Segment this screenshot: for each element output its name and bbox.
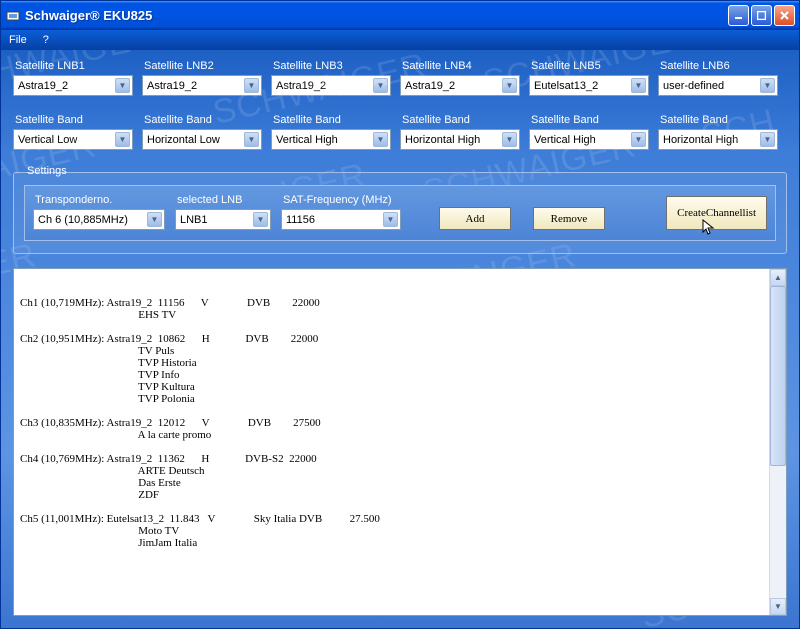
band5-label: Satellite Band [529,114,649,126]
close-button[interactable] [774,5,795,26]
chevron-down-icon: ▼ [147,212,162,227]
window-controls [728,5,795,26]
chevron-down-icon: ▼ [253,212,268,227]
chevron-down-icon: ▼ [631,78,646,93]
scroll-up-button[interactable]: ▲ [770,269,786,286]
lnb1-combo[interactable]: Astra19_2▼ [13,75,133,96]
scroll-track[interactable] [770,286,786,598]
lnb6-label: Satellite LNB6 [658,60,778,72]
add-button[interactable]: Add [439,207,511,230]
sat-freq-combo[interactable]: 11156▼ [281,209,401,230]
menubar: File ? [1,30,799,50]
scrollbar[interactable]: ▲ ▼ [769,269,786,615]
band4-combo[interactable]: Horizontal High▼ [400,129,520,150]
transponder-label: Transponderno. [33,194,165,206]
transponder-combo[interactable]: Ch 6 (10,885MHz)▼ [33,209,165,230]
band6-label: Satellite Band [658,114,778,126]
chevron-down-icon: ▼ [631,132,646,147]
lnb2-combo[interactable]: Astra19_2▼ [142,75,262,96]
window-title: Schwaiger® EKU825 [25,8,728,23]
chevron-down-icon: ▼ [373,78,388,93]
selected-lnb-combo[interactable]: LNB1▼ [175,209,271,230]
chevron-down-icon: ▼ [373,132,388,147]
lnb4-label: Satellite LNB4 [400,60,520,72]
band6-combo[interactable]: Horizontal High▼ [658,129,778,150]
chevron-down-icon: ▼ [383,212,398,227]
band2-combo[interactable]: Horizontal Low▼ [142,129,262,150]
lnb5-label: Satellite LNB5 [529,60,649,72]
chevron-down-icon: ▼ [115,78,130,93]
cursor-icon [701,219,717,235]
band-row: Satellite Band Vertical Low▼ Satellite B… [13,114,787,150]
chevron-down-icon: ▼ [760,132,775,147]
scroll-thumb[interactable] [770,286,786,466]
lnb3-combo[interactable]: Astra19_2▼ [271,75,391,96]
settings-group: Settings Transponderno. Ch 6 (10,885MHz)… [13,172,787,254]
titlebar: Schwaiger® EKU825 [1,1,799,30]
band4-label: Satellite Band [400,114,520,126]
chevron-down-icon: ▼ [115,132,130,147]
band1-combo[interactable]: Vertical Low▼ [13,129,133,150]
band3-combo[interactable]: Vertical High▼ [271,129,391,150]
lnb3-label: Satellite LNB3 [271,60,391,72]
chevron-down-icon: ▼ [502,132,517,147]
chevron-down-icon: ▼ [244,132,259,147]
menu-file[interactable]: File [9,34,27,46]
lnb5-combo[interactable]: Eutelsat13_2▼ [529,75,649,96]
selected-lnb-label: selected LNB [175,194,271,206]
band5-combo[interactable]: Vertical High▼ [529,129,649,150]
create-channel-list-button[interactable]: Create Channel list [666,196,767,230]
lnb2-label: Satellite LNB2 [142,60,262,72]
lnb4-combo[interactable]: Astra19_2▼ [400,75,520,96]
sat-freq-label: SAT-Frequency (MHz) [281,194,401,206]
minimize-button[interactable] [728,5,749,26]
band2-label: Satellite Band [142,114,262,126]
remove-button[interactable]: Remove [533,207,605,230]
scroll-down-button[interactable]: ▼ [770,598,786,615]
chevron-down-icon: ▼ [502,78,517,93]
band1-label: Satellite Band [13,114,133,126]
settings-inner: Transponderno. Ch 6 (10,885MHz)▼ selecte… [24,185,776,241]
lnb-row: Satellite LNB1 Astra19_2▼ Satellite LNB2… [13,60,787,96]
lnb6-combo[interactable]: user-defined▼ [658,75,778,96]
channel-list-panel: Ch1 (10,719MHz): Astra19_2 11156 V DVB 2… [13,268,787,616]
app-icon [5,8,21,24]
channel-list-text: Ch1 (10,719MHz): Astra19_2 11156 V DVB 2… [20,297,763,549]
chevron-down-icon: ▼ [760,78,775,93]
client-area: SCHWAIGER SCHWAIGER SCHWAIGER SCH SCHWAI… [1,50,799,628]
menu-help[interactable]: ? [43,34,49,46]
channel-list-content[interactable]: Ch1 (10,719MHz): Astra19_2 11156 V DVB 2… [14,269,769,615]
maximize-button[interactable] [751,5,772,26]
app-window: Schwaiger® EKU825 File ? SCHWAIGER SCHWA… [0,0,800,629]
chevron-down-icon: ▼ [244,78,259,93]
settings-legend: Settings [24,165,70,177]
lnb1-label: Satellite LNB1 [13,60,133,72]
band3-label: Satellite Band [271,114,391,126]
